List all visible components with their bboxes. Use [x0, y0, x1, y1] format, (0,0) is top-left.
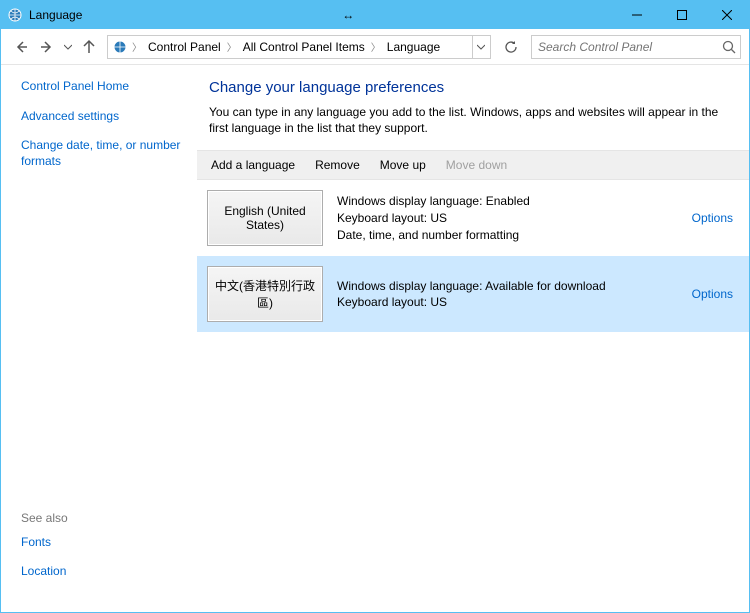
page-description: You can type in any language you add to … [197, 104, 749, 150]
recent-dropdown[interactable] [61, 35, 75, 59]
breadcrumb-item[interactable]: All Control Panel Items [239, 36, 369, 58]
search-icon[interactable] [722, 40, 736, 57]
options-link[interactable]: Options [692, 211, 737, 225]
language-row[interactable]: 中文(香港特別行政區) Windows display language: Av… [197, 256, 749, 332]
page-heading: Change your language preferences [197, 65, 749, 104]
chevron-right-icon[interactable]: 〉 [225, 39, 239, 54]
language-details: Windows display language: Available for … [323, 278, 692, 312]
refresh-button[interactable] [499, 35, 523, 59]
add-language-button[interactable]: Add a language [201, 151, 305, 179]
minimize-button[interactable] [614, 1, 659, 29]
seealso-location[interactable]: Location [21, 564, 186, 580]
language-tile[interactable]: English (United States) [207, 190, 323, 246]
language-toolbar: Add a language Remove Move up Move down [197, 150, 749, 180]
navbar: 〉 Control Panel 〉 All Control Panel Item… [1, 29, 749, 65]
keyboard-layout: Keyboard layout: US [337, 210, 678, 227]
titlebar[interactable]: Language ↔ [1, 1, 749, 29]
body: Control Panel Home Advanced settings Cha… [1, 65, 749, 612]
sidebar-home-link[interactable]: Control Panel Home [21, 79, 186, 95]
breadcrumb-item[interactable]: Language [383, 36, 444, 58]
forward-button[interactable] [35, 35, 59, 59]
move-up-button[interactable]: Move up [370, 151, 436, 179]
search-input[interactable] [532, 36, 740, 58]
sidebar-link-advanced[interactable]: Advanced settings [21, 109, 186, 125]
options-link[interactable]: Options [692, 287, 737, 301]
seealso-fonts[interactable]: Fonts [21, 535, 186, 551]
formatting-note: Date, time, and number formatting [337, 227, 678, 244]
close-button[interactable] [704, 1, 749, 29]
search-box[interactable] [531, 35, 741, 59]
window: Language ↔ 〉 Con [0, 0, 750, 613]
move-down-button: Move down [436, 151, 517, 179]
resize-horizontal-icon: ↔ [330, 8, 366, 22]
breadcrumb-item[interactable]: Control Panel [144, 36, 225, 58]
control-panel-icon [110, 39, 130, 55]
chevron-right-icon[interactable]: 〉 [369, 39, 383, 54]
up-button[interactable] [77, 35, 101, 59]
language-list: English (United States) Windows display … [197, 180, 749, 612]
sidebar-link-formats[interactable]: Change date, time, or number formats [21, 138, 186, 169]
display-language-status: Windows display language: Available for … [337, 278, 678, 295]
sidebar: Control Panel Home Advanced settings Cha… [1, 65, 196, 612]
seealso-label: See also [21, 511, 186, 525]
display-language-status: Windows display language: Enabled [337, 193, 678, 210]
chevron-right-icon[interactable]: 〉 [130, 39, 144, 54]
back-button[interactable] [9, 35, 33, 59]
breadcrumb-dropdown[interactable] [472, 36, 488, 58]
language-details: Windows display language: Enabled Keyboa… [323, 193, 692, 243]
maximize-button[interactable] [659, 1, 704, 29]
app-icon [7, 7, 23, 23]
keyboard-layout: Keyboard layout: US [337, 294, 678, 311]
main-panel: Change your language preferences You can… [196, 65, 749, 612]
remove-button[interactable]: Remove [305, 151, 370, 179]
language-row[interactable]: English (United States) Windows display … [197, 180, 749, 256]
language-tile[interactable]: 中文(香港特別行政區) [207, 266, 323, 322]
window-title: Language [29, 8, 82, 22]
breadcrumb-bar[interactable]: 〉 Control Panel 〉 All Control Panel Item… [107, 35, 491, 59]
